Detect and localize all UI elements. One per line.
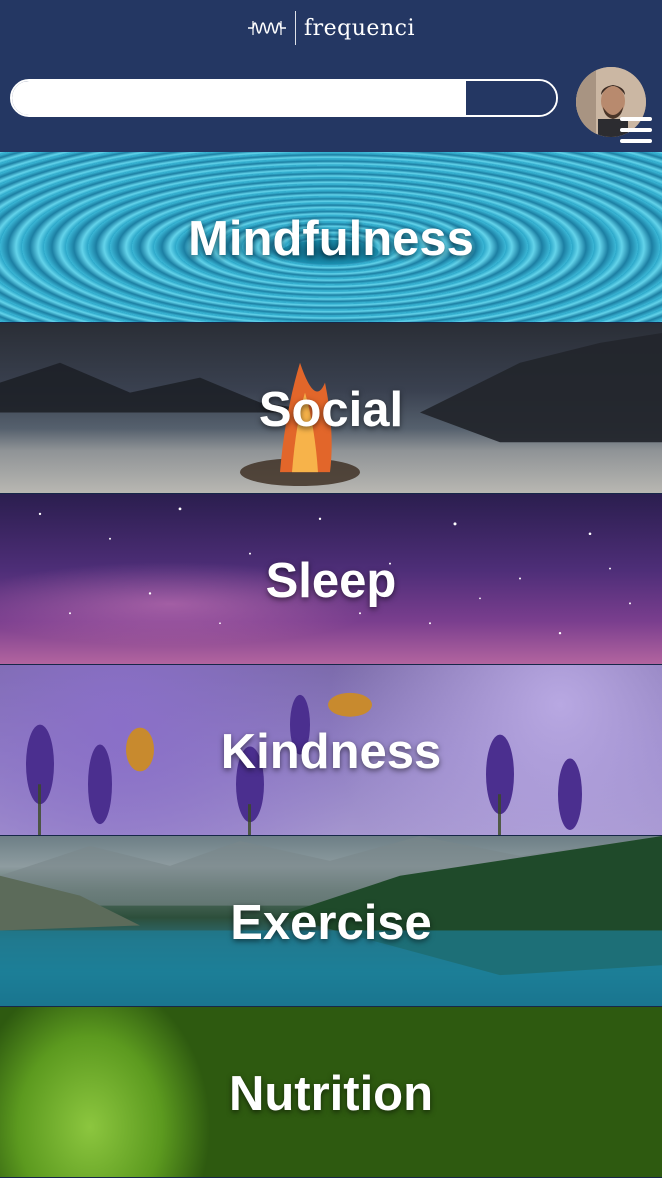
category-label: Kindness [220,725,442,779]
logo-divider [295,11,296,45]
menu-line [620,128,652,132]
category-tile-exercise[interactable]: Exercise [0,836,662,1007]
category-label: Mindfulness [188,212,474,266]
category-label: Exercise [230,896,432,950]
top-header: frequenci [0,0,662,152]
hamburger-menu-icon[interactable] [620,117,652,143]
category-tile-kindness[interactable]: Kindness [0,665,662,836]
category-tile-mindfulness[interactable]: Mindfulness [0,152,662,323]
logo-text: frequenci [304,15,415,41]
category-label: Social [258,383,404,437]
menu-line [620,139,652,143]
app-logo[interactable]: frequenci [0,10,662,46]
waveform-icon [248,21,286,35]
search-input[interactable] [12,81,466,115]
category-tile-sleep[interactable]: Sleep [0,494,662,665]
menu-line [620,117,652,121]
search-button[interactable] [466,81,556,115]
category-list: Mindfulness Social Sleep Kindness Exerci… [0,152,662,1178]
category-tile-nutrition[interactable]: Nutrition [0,1007,662,1178]
app-root: frequenci Mindfulness Social Sleep Kindn… [0,0,662,1178]
search-bar [10,79,558,117]
category-tile-social[interactable]: Social [0,323,662,494]
category-label: Nutrition [228,1067,434,1121]
category-label: Sleep [265,554,397,608]
